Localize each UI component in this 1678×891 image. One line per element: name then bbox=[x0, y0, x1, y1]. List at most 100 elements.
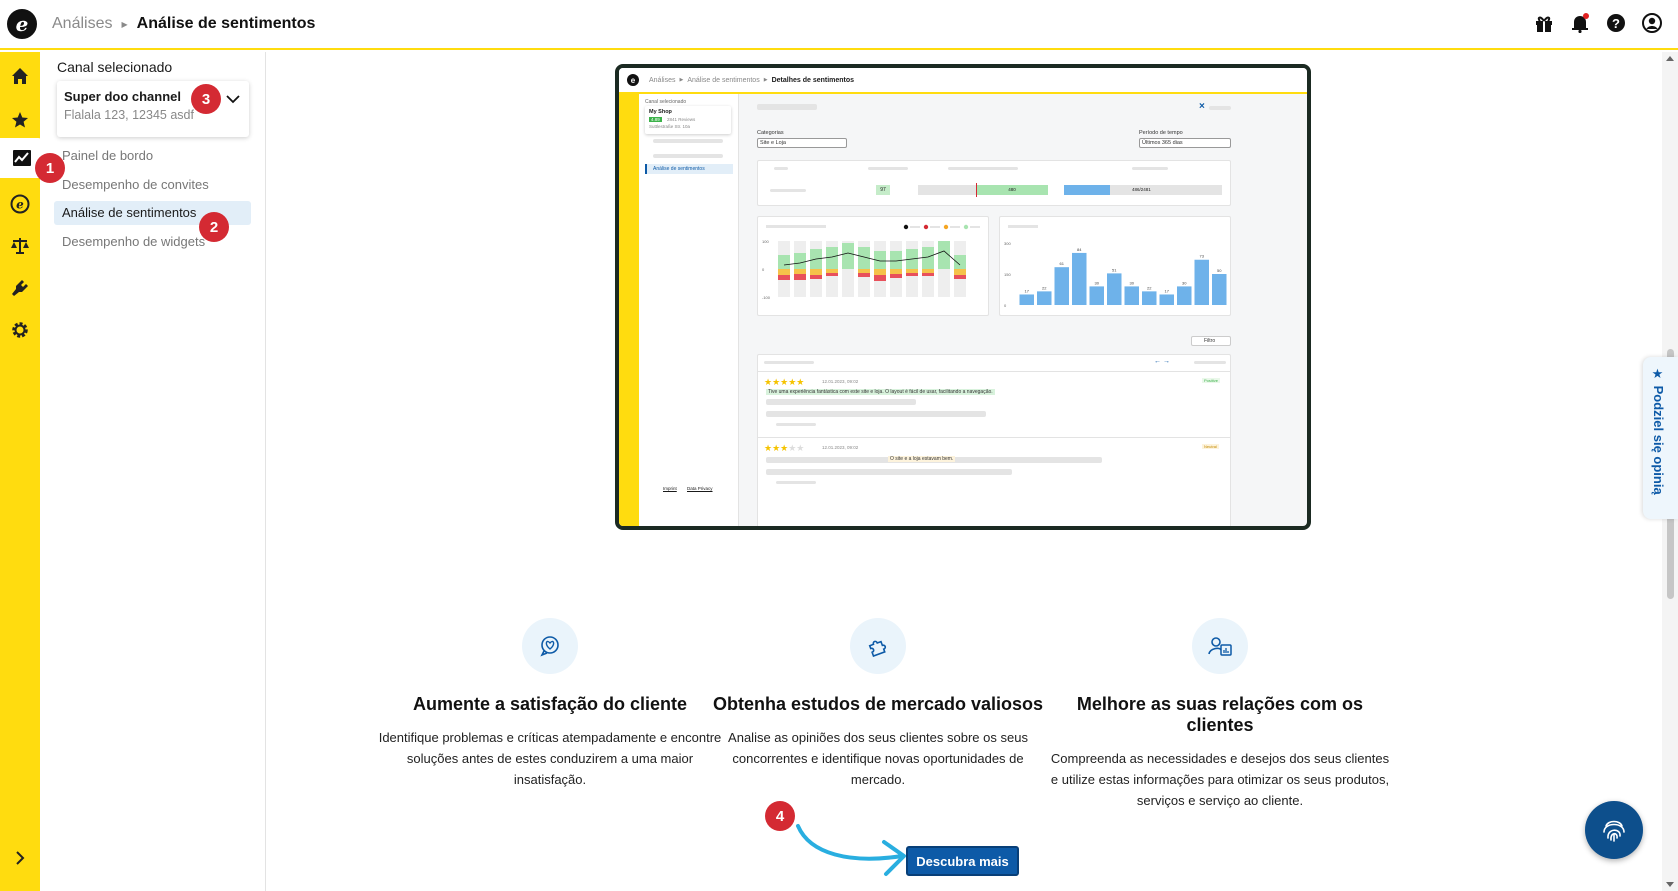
preview-header: e Análises ▶ Análise de sentimentos ▶ De… bbox=[619, 68, 1307, 94]
bar-chart-bar bbox=[1142, 291, 1157, 305]
feature-description: Identifique problemas e críticas atempad… bbox=[378, 730, 722, 787]
preview-summary-card: 97 480 486/2481 bbox=[757, 160, 1231, 206]
user-icon[interactable] bbox=[1641, 12, 1663, 34]
scroll-up-icon[interactable] bbox=[1666, 56, 1674, 61]
discover-more-button[interactable]: Descubra mais bbox=[906, 846, 1019, 876]
preview-channel-label: Canal selecionado bbox=[645, 99, 687, 105]
svg-text:e: e bbox=[16, 198, 24, 212]
star-icon[interactable] bbox=[0, 100, 40, 140]
bar-chart-value-label: 30 bbox=[1095, 280, 1100, 285]
line-chart-legend-dot bbox=[943, 224, 949, 230]
breadcrumb-separator-icon: ▶ bbox=[121, 19, 128, 29]
feature-title: Obtenha estudos de mercado valiosos bbox=[712, 694, 1044, 714]
heart-chat-icon bbox=[522, 618, 578, 674]
star-icon: ★ bbox=[1651, 367, 1666, 386]
product-preview: e Análises ▶ Análise de sentimentos ▶ De… bbox=[615, 64, 1311, 530]
preview-close-icon: × bbox=[1199, 101, 1205, 112]
preview-review2-tag: Neutral bbox=[1202, 444, 1219, 449]
bar-chart-bar bbox=[1194, 259, 1209, 305]
feature-customer-relations: Melhore as suas relações com os clientes… bbox=[1046, 618, 1394, 811]
preview-shop-address: Suttlestraße Str. 10a bbox=[649, 124, 691, 129]
bar-chart-value-label: 22 bbox=[1147, 285, 1152, 290]
preview-shop-reviews: 2841 Reviews bbox=[667, 117, 696, 122]
bar-chart-bar bbox=[1124, 286, 1139, 305]
logo-icon[interactable]: e bbox=[7, 9, 37, 39]
preview-review1-text: Tive uma experiência fantástica com este… bbox=[766, 389, 995, 395]
step-badge-1: 1 bbox=[35, 153, 65, 183]
preview-nav-active: Análise de sentimentos bbox=[645, 164, 733, 174]
scale-icon[interactable] bbox=[0, 226, 40, 266]
bar-chart-value-label: 30 bbox=[1130, 280, 1135, 285]
bar-chart-bar bbox=[1177, 286, 1192, 305]
preview-rail bbox=[619, 94, 639, 526]
preview-positive-count: 480 bbox=[976, 185, 1048, 195]
scroll-down-icon[interactable] bbox=[1666, 882, 1674, 887]
breadcrumb: Análises ▶ Análise de sentimentos bbox=[52, 15, 315, 33]
gear-icon[interactable] bbox=[0, 310, 40, 350]
channel-name: Super doo channel bbox=[64, 89, 182, 104]
main-content: e Análises ▶ Análise de sentimentos ▶ De… bbox=[266, 52, 1662, 891]
feature-description: Compreenda as necessidades e desejos dos… bbox=[1050, 751, 1390, 808]
feature-title: Melhore as suas relações com os clientes bbox=[1076, 694, 1364, 735]
bar-chart-bar bbox=[1107, 273, 1122, 305]
help-icon[interactable]: ? bbox=[1605, 12, 1627, 34]
bar-chart-y-tick: 0 bbox=[1004, 303, 1007, 308]
channel-label: Canal selecionado bbox=[57, 59, 173, 75]
preview-period-label: Período de tempo bbox=[1139, 130, 1183, 136]
bar-chart-value-label: 84 bbox=[1077, 247, 1082, 252]
feature-title: Aumente a satisfação do cliente bbox=[412, 694, 688, 714]
bar-chart-bar bbox=[1089, 286, 1104, 305]
breadcrumb-parent[interactable]: Análises bbox=[52, 15, 112, 33]
nav-item-invite-performance[interactable]: Desempenho de convites bbox=[54, 173, 251, 197]
line-chart-legend-dot bbox=[903, 224, 909, 230]
gift-icon[interactable] bbox=[1533, 12, 1555, 34]
preview-review1-date: 12.01.2023, 09:02 bbox=[822, 379, 859, 384]
bar-chart-value-label: 17 bbox=[1025, 288, 1030, 293]
trusted-icon[interactable]: e bbox=[0, 184, 40, 224]
preview-breadcrumb-b: Análise de sentimentos bbox=[687, 76, 760, 84]
preview-review2-date: 12.01.2023, 09:02 bbox=[822, 445, 859, 450]
preview-bar-chart-svg: 300 150 0 17 22 61 84 30 51 30 22 17 30 73 50 bbox=[1004, 225, 1227, 308]
line-chart-y-tick: -100 bbox=[762, 295, 771, 300]
step-badge-3: 3 bbox=[191, 84, 221, 114]
puzzle-icon bbox=[850, 618, 906, 674]
bar-chart-y-tick: 150 bbox=[1004, 272, 1011, 277]
preview-period-select: Últimos 365 dias bbox=[1139, 138, 1231, 148]
preview-pager-icon: ← → bbox=[1154, 358, 1170, 365]
preview-stars-5: ★★★★★ bbox=[764, 377, 805, 387]
step-badge-2: 2 bbox=[199, 212, 229, 242]
feedback-tab[interactable]: ★ Podziel się opinią bbox=[1643, 357, 1678, 519]
preview-line-chart-svg: 100 0 -100 bbox=[762, 224, 980, 300]
preview-categories-select: Site e Loja bbox=[757, 138, 847, 148]
line-chart-y-tick: 100 bbox=[762, 239, 769, 244]
preview-stars-3: ★★★★★ bbox=[764, 443, 805, 453]
line-chart-legend-dot bbox=[923, 224, 929, 230]
preview-shop-name: My Shop bbox=[649, 109, 672, 115]
bar-chart-value-label: 50 bbox=[1217, 268, 1222, 273]
preview-logo-icon: e bbox=[627, 74, 639, 86]
nav-item-dashboard[interactable]: Painel de bordo bbox=[54, 144, 251, 168]
plug-icon[interactable] bbox=[0, 268, 40, 308]
bar-chart-value-label: 51 bbox=[1112, 267, 1117, 272]
channel-selector[interactable]: Super doo channel Flalala 123, 12345 asd… bbox=[57, 81, 249, 137]
bell-icon[interactable] bbox=[1569, 12, 1591, 34]
preview-breadcrumb-c: Detalhes de sentimentos bbox=[771, 76, 855, 84]
preview-filter-button: Filtro bbox=[1191, 336, 1231, 346]
top-bar: e Análises ▶ Análise de sentimentos ? bbox=[0, 0, 1678, 50]
bar-chart-value-label: 30 bbox=[1182, 280, 1187, 285]
user-chart-icon bbox=[1192, 618, 1248, 674]
preview-review2-text: O site e a loja estavam bem. bbox=[888, 456, 956, 462]
preview-categories-label: Categorias bbox=[757, 130, 784, 136]
bar-chart-value-label: 17 bbox=[1165, 288, 1170, 293]
home-icon[interactable] bbox=[0, 56, 40, 96]
chevron-down-icon[interactable] bbox=[226, 91, 240, 109]
chevron-right-icon[interactable] bbox=[0, 838, 40, 878]
arrow-annotation bbox=[796, 824, 906, 876]
bar-chart-value-label: 61 bbox=[1060, 261, 1065, 266]
bar-chart-bar bbox=[1159, 294, 1174, 305]
fingerprint-button[interactable] bbox=[1585, 801, 1643, 859]
bar-chart-value-label: 22 bbox=[1042, 285, 1047, 290]
bar-chart-bar bbox=[1037, 291, 1052, 305]
bar-chart-bar bbox=[1054, 267, 1069, 305]
bar-chart-bar bbox=[1072, 252, 1087, 305]
